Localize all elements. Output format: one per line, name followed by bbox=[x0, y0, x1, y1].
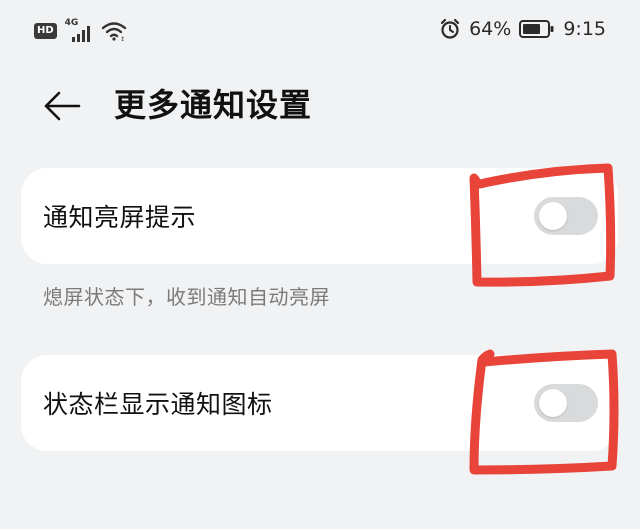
page-title: 更多通知设置 bbox=[114, 86, 313, 124]
hd-badge: HD bbox=[34, 23, 57, 39]
svg-text:↕: ↕ bbox=[120, 36, 125, 41]
alarm-icon bbox=[440, 18, 460, 39]
wifi-icon: ↕ bbox=[101, 22, 126, 41]
back-button[interactable] bbox=[40, 84, 84, 128]
arrow-left-icon bbox=[44, 91, 81, 121]
status-bar-icons-toggle[interactable] bbox=[534, 384, 598, 422]
setting-label: 通知亮屏提示 bbox=[43, 203, 197, 232]
network-indicator: 4G bbox=[65, 18, 93, 42]
status-bar-left: HD 4G ↕ bbox=[34, 18, 127, 42]
status-bar-right: 64% 9:15 bbox=[439, 18, 606, 40]
toggle-knob bbox=[539, 202, 567, 230]
wake-screen-toggle[interactable] bbox=[534, 197, 598, 235]
toggle-knob bbox=[539, 389, 567, 417]
setting-label: 状态栏显示通知图标 bbox=[43, 390, 273, 419]
setting-description: 熄屏状态下，收到通知自动亮屏 bbox=[43, 285, 330, 309]
status-bar: HD 4G ↕ 64% 9:15 bbox=[0, 0, 640, 64]
setting-card-wake-screen: 通知亮屏提示 bbox=[21, 168, 618, 264]
setting-card-status-bar-icons: 状态栏显示通知图标 bbox=[21, 355, 618, 451]
battery-percent: 64% bbox=[469, 18, 512, 40]
clock-time: 9:15 bbox=[563, 18, 606, 40]
signal-icon bbox=[71, 26, 90, 42]
battery-icon bbox=[519, 20, 554, 38]
